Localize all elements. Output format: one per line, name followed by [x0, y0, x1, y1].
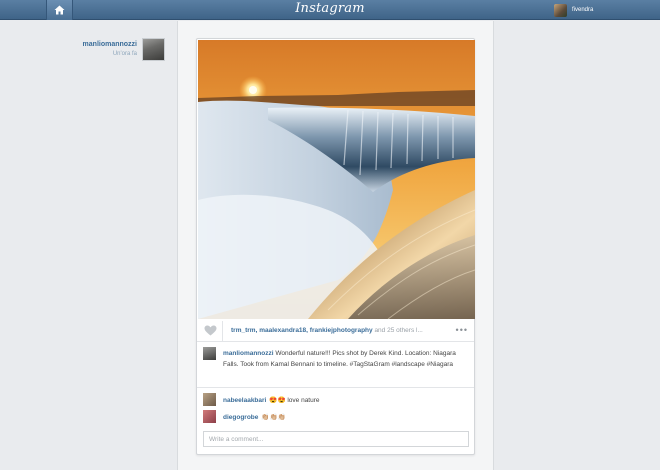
- caption-avatar[interactable]: [203, 347, 216, 360]
- liker-link[interactable]: trm_trm: [231, 327, 256, 334]
- post-caption: manliomannozzi Wonderful nature!!! Pics …: [203, 346, 469, 388]
- comment-body: 👏🏼👏🏼👏🏼: [261, 414, 286, 421]
- comment-avatar[interactable]: [203, 393, 216, 406]
- post-author: manliomannozzi Un'ora fa: [72, 38, 167, 62]
- post-photo[interactable]: [198, 40, 475, 319]
- caption-username[interactable]: manliomannozzi: [223, 350, 274, 357]
- likes-text: trm_trm, maalexandra18, frankiejphotogra…: [231, 327, 441, 334]
- comment-text: diegogrobe 👏🏼👏🏼👏🏼: [223, 413, 286, 421]
- user-avatar[interactable]: [554, 3, 567, 17]
- comment-item: nabeelaakbari 😍😍 love nature: [203, 393, 469, 407]
- like-button[interactable]: [199, 320, 223, 341]
- comment-text: nabeelaakbari 😍😍 love nature: [223, 396, 320, 404]
- likes-bar: trm_trm, maalexandra18, frankiejphotogra…: [197, 320, 474, 342]
- comment-username[interactable]: diegogrobe: [223, 414, 258, 421]
- likes-suffix[interactable]: and 25 others l...: [373, 327, 422, 334]
- post-card: trm_trm, maalexandra18, frankiejphotogra…: [196, 38, 475, 455]
- author-username[interactable]: manliomannozzi: [83, 41, 137, 48]
- liker-link[interactable]: frankiejphotography: [310, 327, 373, 334]
- caption-divider: [197, 387, 474, 388]
- post-timestamp[interactable]: Un'ora fa: [113, 51, 137, 57]
- comment-input[interactable]: [203, 431, 469, 447]
- comment-body: 😍😍 love nature: [269, 397, 320, 404]
- comment-username[interactable]: nabeelaakbari: [223, 397, 266, 404]
- heart-icon: [204, 325, 217, 336]
- top-navigation-bar: Instagram fivendra: [0, 0, 660, 20]
- user-profile-menu[interactable]: fivendra: [546, 0, 660, 20]
- waterfall-image: [198, 40, 475, 319]
- comment-item: diegogrobe 👏🏼👏🏼👏🏼: [203, 410, 469, 424]
- comment-avatar[interactable]: [203, 410, 216, 423]
- user-name[interactable]: fivendra: [572, 7, 593, 13]
- author-avatar[interactable]: [142, 38, 165, 61]
- more-options-button[interactable]: •••: [456, 325, 468, 335]
- caption-text: manliomannozzi Wonderful nature!!! Pics …: [223, 348, 469, 370]
- liker-link[interactable]: maalexandra18: [259, 327, 306, 334]
